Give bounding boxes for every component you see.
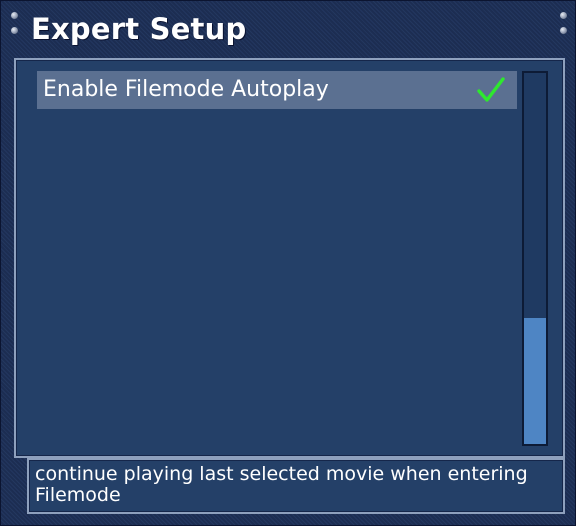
screw-icon <box>11 27 18 34</box>
screw-icon <box>560 12 567 19</box>
screw-icon <box>11 12 18 19</box>
expert-setup-window: Expert Setup Enable Filemode Autoplay co… <box>0 0 576 526</box>
scrollbar[interactable] <box>522 71 548 446</box>
list-item-label: Enable Filemode Autoplay <box>43 77 329 102</box>
window-title: Expert Setup <box>31 12 247 46</box>
description-box: continue playing last selected movie whe… <box>27 458 565 514</box>
settings-list-panel: Enable Filemode Autoplay <box>14 58 565 458</box>
description-text: continue playing last selected movie whe… <box>35 463 528 506</box>
screw-icon <box>560 27 567 34</box>
checkmark-icon <box>477 77 505 102</box>
scrollbar-thumb[interactable] <box>524 317 546 444</box>
list-item-enable-filemode-autoplay[interactable]: Enable Filemode Autoplay <box>37 71 517 109</box>
